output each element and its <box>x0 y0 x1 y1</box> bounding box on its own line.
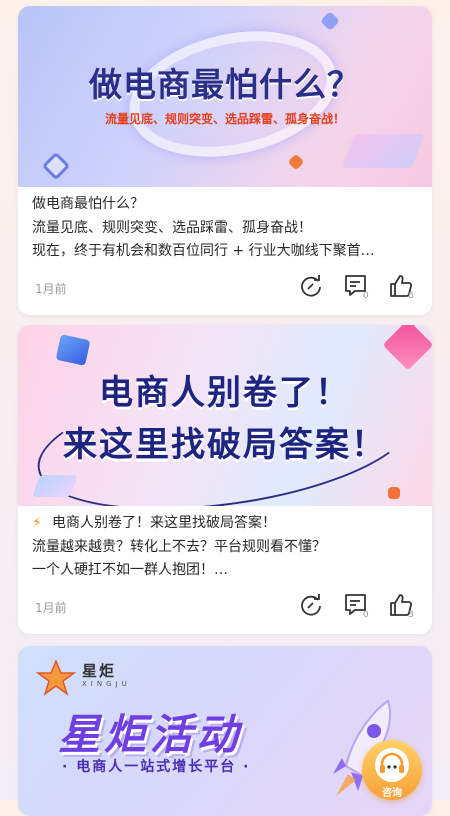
decorative-gem <box>287 153 305 171</box>
post-footer: 1月前 0 6 <box>18 265 432 315</box>
like-count: 3 <box>408 610 414 620</box>
comment-count: 0 <box>363 291 369 301</box>
brand-pinyin: XINGJU <box>82 680 131 688</box>
decorative-cube <box>55 334 91 366</box>
customer-service-label: 咨询 <box>382 788 402 799</box>
decorative-gem <box>320 11 340 31</box>
brand-name: 星炬 <box>82 662 117 680</box>
comment-button[interactable]: 0 <box>343 273 371 303</box>
banner-slogan: · 电商人一站式增长平台 · <box>62 759 251 775</box>
like-button[interactable]: 6 <box>388 273 416 303</box>
share-icon <box>301 275 321 297</box>
post-banner-image[interactable]: 做电商最怕什么？ 流量见底、规则突变、选品踩雷、孤身奋战！ <box>18 6 432 187</box>
decorative-cube <box>382 325 432 371</box>
like-button[interactable]: 3 <box>388 592 416 622</box>
comment-count: 0 <box>363 610 369 620</box>
post-line: 现在，终于有机会和数百位同行 + 行业大咖线下聚首… <box>32 243 375 259</box>
post-date: 1月前 <box>35 282 67 296</box>
banner-title: 星炬活动 <box>58 710 243 759</box>
post-line: 做电商最怕什么？ <box>32 196 144 212</box>
headset-icon <box>375 748 409 782</box>
share-button[interactable] <box>298 592 326 622</box>
post-text[interactable]: 做电商最怕什么？ 流量见底、规则突变、选品踩雷、孤身奋战！ 现在，终于有机会和数… <box>18 187 432 264</box>
comment-button[interactable]: 0 <box>343 592 371 622</box>
post-line-with-icon: ⚡ 电商人别卷了！来这里找破局答案！ <box>32 512 418 536</box>
post-line: 一个人硬扛不如一群人抱团！… <box>32 562 228 578</box>
banner-title-line2: 来这里找破局答案！ <box>63 425 387 465</box>
post-card[interactable]: 电商人别卷了！ 来这里找破局答案！ ⚡ 电商人别卷了！来这里找破局答案！ 流量越来… <box>18 325 432 634</box>
decorative-block <box>31 475 79 497</box>
post-banner-image[interactable]: 电商人别卷了！ 来这里找破局答案！ <box>18 325 432 506</box>
decorative-gem <box>388 487 400 499</box>
like-count: 6 <box>408 291 414 301</box>
post-line: 电商人别卷了！来这里找破局答案！ <box>52 515 276 531</box>
customer-service-button[interactable]: 咨询 <box>362 740 422 800</box>
post-card[interactable]: 做电商最怕什么？ 流量见底、规则突变、选品踩雷、孤身奋战！ 做电商最怕什么？ 流… <box>18 6 432 315</box>
post-footer: 1月前 0 3 <box>18 584 432 634</box>
share-button[interactable] <box>298 273 326 303</box>
banner-title: 做电商最怕什么？ <box>89 65 361 104</box>
share-icon <box>301 594 321 616</box>
post-date: 1月前 <box>35 601 67 615</box>
lightning-icon: ⚡ <box>32 515 42 531</box>
banner-subtitle: 流量见底、规则突变、选品踩雷、孤身奋战！ <box>104 112 345 126</box>
brand-star-logo <box>36 660 76 696</box>
post-line: 流量见底、规则突变、选品踩雷、孤身奋战！ <box>32 219 312 236</box>
post-line: 流量越来越贵？转化上不去？平台规则看不懂？ <box>32 538 326 555</box>
decorative-block <box>341 134 425 168</box>
banner-title-line1: 电商人别卷了！ <box>99 373 351 413</box>
post-text[interactable]: ⚡ 电商人别卷了！来这里找破局答案！ 流量越来越贵？转化上不去？平台规则看不懂？ … <box>18 506 432 583</box>
decorative-gem <box>41 151 71 181</box>
